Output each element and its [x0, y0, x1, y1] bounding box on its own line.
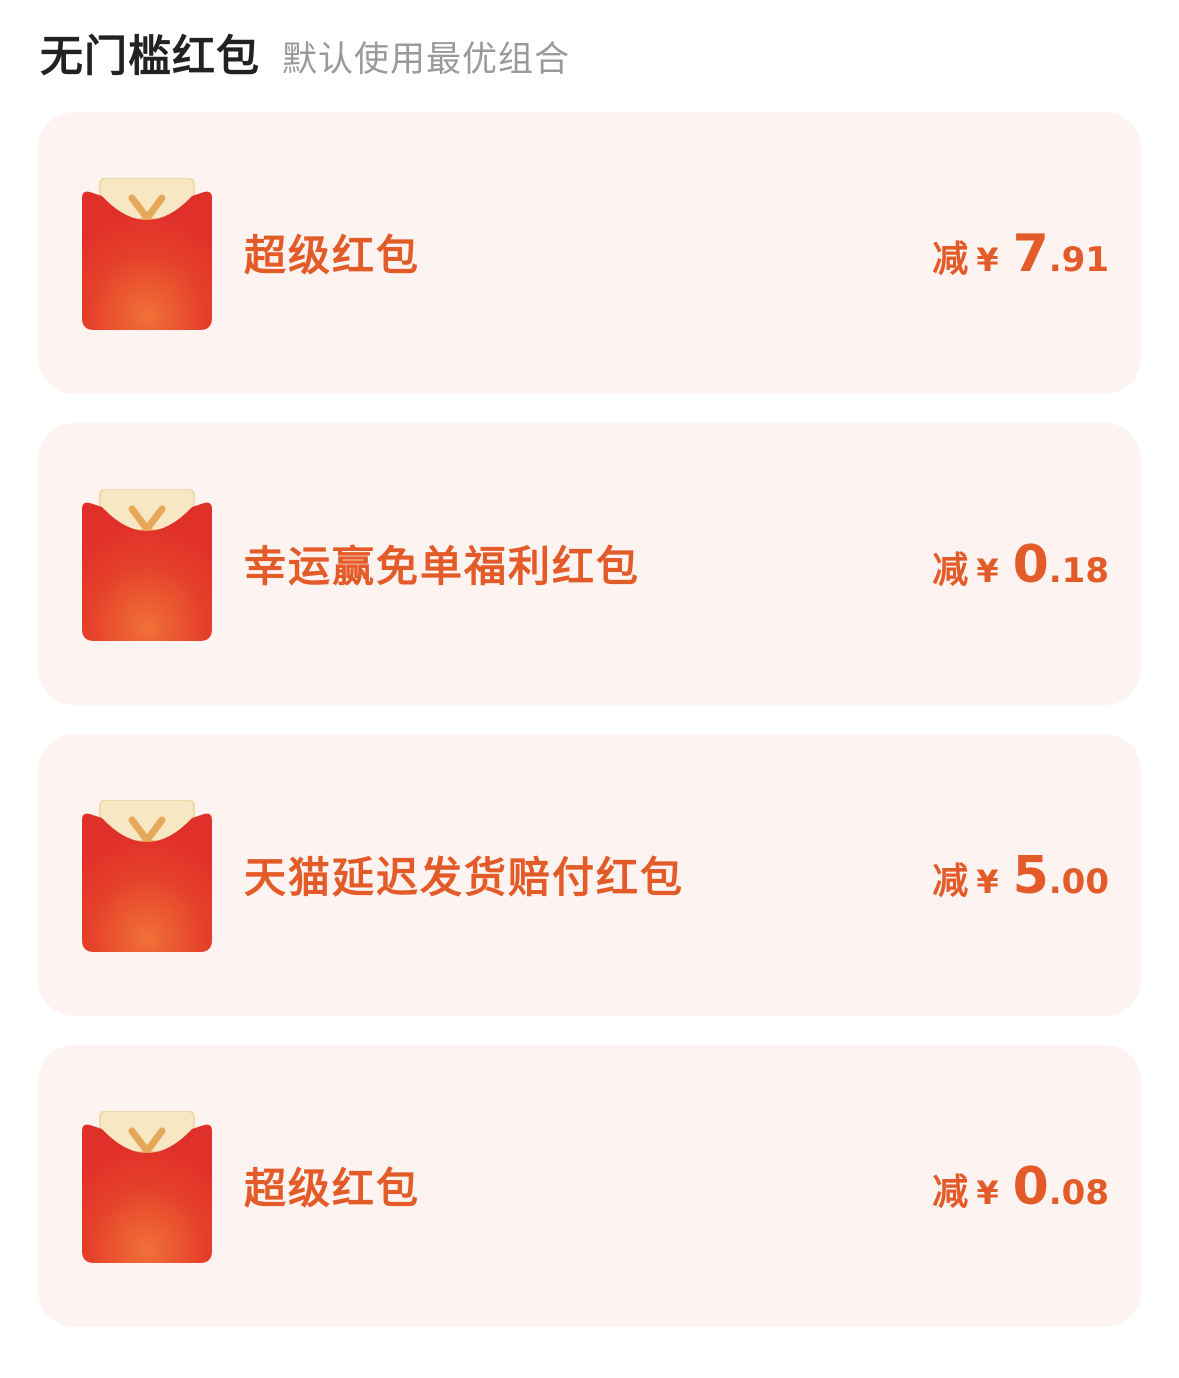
discount-amount-integer: 0: [1012, 1157, 1049, 1217]
discount-prefix: 减: [932, 550, 969, 591]
coupon-card[interactable]: 天猫延迟发货赔付红包 减 ¥ 5 .00: [38, 734, 1141, 1016]
discount-amount-integer: 0: [1012, 535, 1049, 595]
discount-amount-decimal: .00: [1048, 862, 1109, 902]
section-header: 无门槛红包 默认使用最优组合: [40, 22, 570, 82]
coupon-card[interactable]: 超级红包 减 ¥ 7 .91: [38, 112, 1141, 394]
red-envelope-icon: [82, 1111, 212, 1263]
discount-prefix: 减: [932, 1172, 969, 1213]
discount-prefix: 减: [932, 239, 969, 280]
currency-symbol: ¥: [976, 552, 999, 590]
discount-amount-decimal: .91: [1048, 240, 1109, 280]
red-envelope-icon: [82, 800, 212, 952]
discount-amount-decimal: .08: [1048, 1173, 1109, 1213]
currency-symbol: ¥: [976, 863, 999, 901]
coupon-discount: 减 ¥ 7 .91: [932, 224, 1109, 284]
section-subtitle: 默认使用最优组合: [282, 40, 571, 80]
coupon-name: 天猫延迟发货赔付红包: [244, 853, 685, 902]
section-title: 无门槛红包: [40, 32, 260, 82]
discount-amount-integer: 5: [1012, 846, 1049, 906]
coupon-discount: 减 ¥ 0 .18: [932, 535, 1109, 595]
coupon-name: 幸运赢免单福利红包: [244, 542, 641, 591]
red-envelope-icon: [82, 489, 212, 641]
discount-prefix: 减: [932, 861, 969, 902]
currency-symbol: ¥: [976, 241, 999, 279]
coupon-card[interactable]: 超级红包 减 ¥ 0 .08: [38, 1045, 1141, 1327]
coupon-discount: 减 ¥ 0 .08: [932, 1157, 1109, 1217]
coupon-card[interactable]: 幸运赢免单福利红包 减 ¥ 0 .18: [38, 423, 1141, 705]
coupon-name: 超级红包: [244, 231, 421, 280]
discount-amount-decimal: .18: [1048, 551, 1109, 591]
coupon-name: 超级红包: [244, 1164, 421, 1213]
red-envelope-icon: [82, 178, 212, 330]
discount-amount-integer: 7: [1012, 224, 1049, 284]
coupon-discount: 减 ¥ 5 .00: [932, 846, 1109, 906]
currency-symbol: ¥: [976, 1174, 999, 1212]
coupon-list: 超级红包 减 ¥ 7 .91 幸运赢免单福利红包 减 ¥ 0 .18 天猫延迟发…: [38, 112, 1141, 1356]
